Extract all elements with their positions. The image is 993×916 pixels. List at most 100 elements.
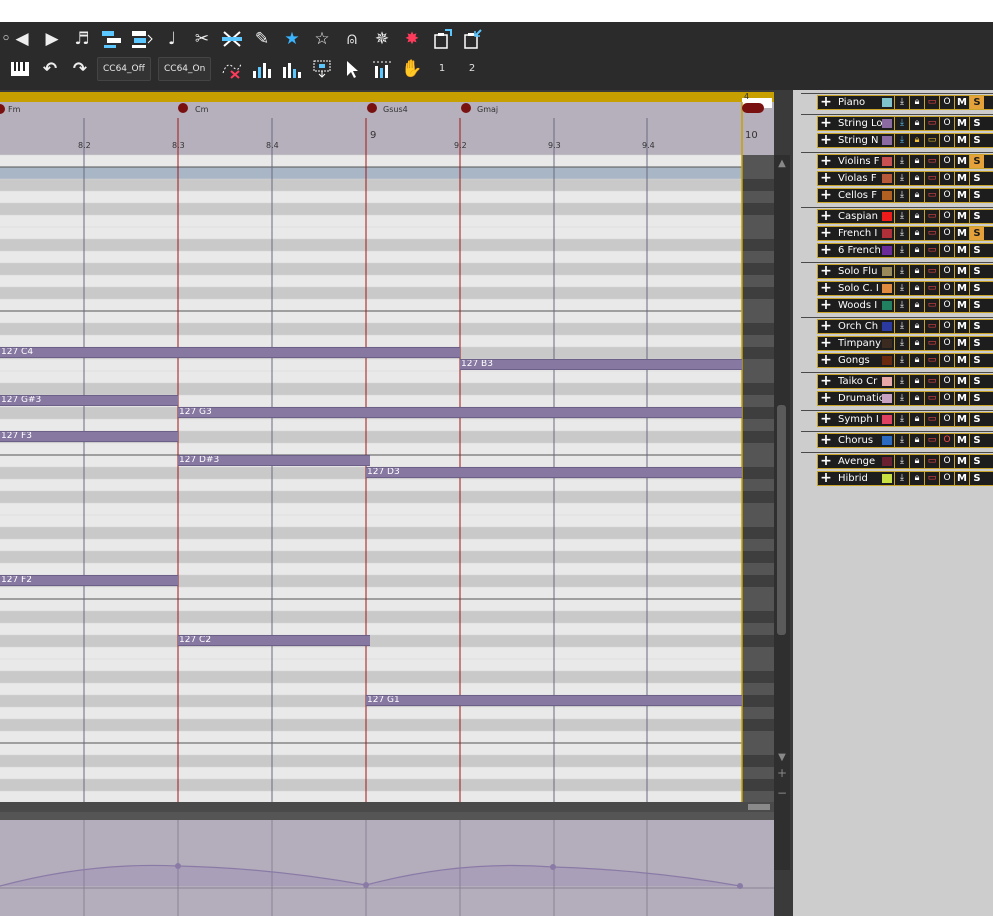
lock-icon[interactable]: 🔒︎ bbox=[909, 354, 924, 367]
page-2-button[interactable]: 2 bbox=[462, 57, 482, 79]
add-track-icon[interactable]: + bbox=[820, 433, 832, 448]
duplicate-icon[interactable] bbox=[130, 27, 154, 51]
download-icon[interactable]: ⤓ bbox=[894, 96, 909, 109]
track-row[interactable]: + Orch Ch ⤓ 🔒︎ ▭ O M S bbox=[817, 319, 993, 334]
lock-icon[interactable]: 🔒︎ bbox=[909, 455, 924, 468]
midi-note[interactable]: 127 D#3 bbox=[178, 455, 370, 466]
track-row[interactable]: + String N ⤓ 🔒︎ ▭ O M S bbox=[817, 133, 993, 148]
monitor-icon[interactable]: ▭ bbox=[924, 155, 939, 168]
track-row[interactable]: + Solo C. I ⤓ 🔒︎ ▭ O M S bbox=[817, 281, 993, 296]
track-name[interactable]: 6 French bbox=[838, 244, 882, 257]
record-arm-button[interactable]: O bbox=[939, 337, 954, 350]
solo-button[interactable]: S bbox=[969, 117, 984, 130]
zoom-in-icon[interactable]: + bbox=[777, 766, 787, 780]
track-name[interactable]: String Lo bbox=[838, 117, 882, 130]
midi-note[interactable]: 127 C4 bbox=[0, 347, 460, 358]
solo-button[interactable]: S bbox=[969, 244, 984, 257]
cc-point[interactable] bbox=[550, 864, 556, 870]
track-color-swatch[interactable] bbox=[882, 136, 892, 145]
track-color-swatch[interactable] bbox=[882, 246, 892, 255]
solo-button[interactable]: S bbox=[969, 337, 984, 350]
midi-note[interactable]: 127 G1 bbox=[366, 695, 742, 706]
mute-button[interactable]: M bbox=[954, 375, 969, 388]
zoom-out-icon[interactable]: − bbox=[777, 786, 787, 800]
record-arm-button[interactable]: O bbox=[939, 472, 954, 485]
solo-button[interactable]: S bbox=[969, 282, 984, 295]
solo-button[interactable]: S bbox=[969, 155, 984, 168]
scroll-up-icon[interactable]: ▲ bbox=[778, 158, 786, 169]
add-track-icon[interactable]: + bbox=[820, 95, 832, 110]
track-name[interactable]: Drumatic bbox=[838, 392, 882, 405]
add-track-icon[interactable]: + bbox=[820, 243, 832, 258]
monitor-icon[interactable]: ▭ bbox=[924, 227, 939, 240]
add-track-icon[interactable]: + bbox=[820, 209, 832, 224]
mute-button[interactable]: M bbox=[954, 354, 969, 367]
add-track-icon[interactable]: + bbox=[820, 116, 832, 131]
add-track-icon[interactable]: + bbox=[820, 133, 832, 148]
record-arm-button[interactable]: O bbox=[939, 155, 954, 168]
mute-button[interactable]: M bbox=[954, 244, 969, 257]
track-row[interactable]: + Caspian ⤓ 🔒︎ ▭ O M S bbox=[817, 209, 993, 224]
notes-icon[interactable]: ♬ bbox=[70, 27, 94, 51]
solo-button[interactable]: S bbox=[969, 189, 984, 202]
download-icon[interactable]: ⤓ bbox=[894, 337, 909, 350]
track-row[interactable]: + Chorus ⤓ 🔒︎ ▭ O M S bbox=[817, 433, 993, 448]
add-track-icon[interactable]: + bbox=[820, 281, 832, 296]
piano-keys-icon[interactable] bbox=[8, 57, 32, 81]
track-color-swatch[interactable] bbox=[882, 119, 892, 128]
monitor-icon[interactable]: ▭ bbox=[924, 189, 939, 202]
track-row[interactable]: + Solo Flu ⤓ 🔒︎ ▭ O M S bbox=[817, 264, 993, 279]
track-color-swatch[interactable] bbox=[882, 394, 892, 403]
download-icon[interactable]: ⤓ bbox=[894, 392, 909, 405]
download-icon[interactable]: ⤓ bbox=[894, 117, 909, 130]
lock-icon[interactable]: 🔒︎ bbox=[909, 227, 924, 240]
record-arm-button[interactable]: O bbox=[939, 375, 954, 388]
mute-button[interactable]: M bbox=[954, 227, 969, 240]
download-icon[interactable]: ⤓ bbox=[894, 472, 909, 485]
midi-note[interactable]: 127 D3 bbox=[366, 467, 742, 478]
download-icon[interactable]: ⤓ bbox=[894, 227, 909, 240]
midi-note[interactable]: 127 F2 bbox=[0, 575, 178, 586]
lock-icon[interactable]: 🔒︎ bbox=[909, 189, 924, 202]
piano-roll-grid[interactable]: ▲ ▼ + − bbox=[0, 90, 790, 916]
track-name[interactable]: String N bbox=[838, 134, 882, 147]
lock-icon[interactable]: 🔒︎ bbox=[909, 375, 924, 388]
track-row[interactable]: + Violins F ⤓ 🔒︎ ▭ O M S bbox=[817, 154, 993, 169]
add-track-icon[interactable]: + bbox=[820, 298, 832, 313]
record-arm-button[interactable]: O bbox=[939, 134, 954, 147]
solo-button[interactable]: S bbox=[969, 434, 984, 447]
mute-button[interactable]: M bbox=[954, 134, 969, 147]
record-arm-button[interactable]: O bbox=[939, 117, 954, 130]
chord-marker-icon[interactable] bbox=[367, 103, 377, 113]
clipboard-export-icon[interactable] bbox=[430, 27, 454, 51]
mute-button[interactable]: M bbox=[954, 155, 969, 168]
monitor-icon[interactable]: ▭ bbox=[924, 282, 939, 295]
track-name[interactable]: French I bbox=[838, 227, 882, 240]
mute-button[interactable]: M bbox=[954, 282, 969, 295]
mute-button[interactable]: M bbox=[954, 117, 969, 130]
track-row[interactable]: + Symph I ⤓ 🔒︎ ▭ O M S bbox=[817, 412, 993, 427]
select-arrow-icon[interactable] bbox=[340, 57, 364, 81]
mute-button[interactable]: M bbox=[954, 265, 969, 278]
lock-icon[interactable]: 🔒︎ bbox=[909, 155, 924, 168]
lock-icon[interactable]: 🔒︎ bbox=[909, 265, 924, 278]
star-filled-icon[interactable]: ★ bbox=[280, 27, 304, 51]
lock-icon[interactable]: 🔒︎ bbox=[909, 117, 924, 130]
chord-label[interactable]: Fm bbox=[8, 105, 20, 115]
record-arm-button[interactable]: O bbox=[939, 320, 954, 333]
track-name[interactable]: Symph I bbox=[838, 413, 882, 426]
record-arm-button[interactable]: O bbox=[939, 299, 954, 312]
track-color-swatch[interactable] bbox=[882, 229, 892, 238]
track-color-swatch[interactable] bbox=[882, 457, 892, 466]
track-name[interactable]: Taiko Cr bbox=[838, 375, 882, 388]
track-name[interactable]: Orch Ch bbox=[838, 320, 882, 333]
track-row[interactable]: + String Lo ⤓ 🔒︎ ▭ O M S bbox=[817, 116, 993, 131]
monitor-icon[interactable]: ▭ bbox=[924, 320, 939, 333]
add-track-icon[interactable]: + bbox=[820, 454, 832, 469]
solo-button[interactable]: S bbox=[969, 134, 984, 147]
add-track-icon[interactable]: + bbox=[820, 374, 832, 389]
solo-button[interactable]: S bbox=[969, 392, 984, 405]
solo-button[interactable]: S bbox=[969, 413, 984, 426]
monitor-icon[interactable]: ▭ bbox=[924, 472, 939, 485]
track-row[interactable]: +6 French ⤓ 🔒︎ ▭ O M S bbox=[817, 243, 993, 258]
